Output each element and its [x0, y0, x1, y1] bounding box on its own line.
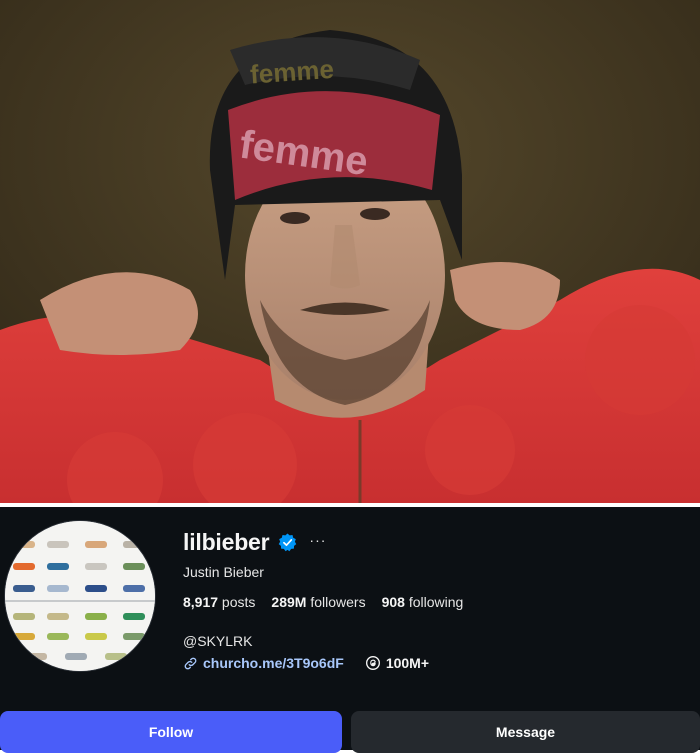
external-link[interactable]: churcho.me/3T9o6dF: [183, 655, 344, 671]
external-link-text: churcho.me/3T9o6dF: [203, 655, 344, 671]
username: lilbieber: [183, 529, 270, 555]
follow-button[interactable]: Follow: [0, 711, 342, 753]
header-photo: femme femme: [0, 0, 700, 503]
profile-links: churcho.me/3T9o6dF 100M+: [183, 655, 429, 671]
full-name: Justin Bieber: [183, 564, 264, 580]
portrait-illustration: femme femme: [0, 0, 700, 503]
followers-label: followers: [306, 594, 366, 610]
following-stat[interactable]: 908 following: [382, 594, 464, 610]
threads-icon: [365, 656, 380, 670]
profile-header: lilbieber ··· Justin Bieber 8,917 posts …: [0, 507, 700, 753]
message-button[interactable]: Message: [351, 711, 700, 753]
followers-count: 289M: [271, 594, 307, 610]
more-options-icon[interactable]: ···: [309, 533, 326, 547]
following-count: 908: [381, 594, 405, 610]
bio-handle[interactable]: @SKYLRK: [183, 633, 252, 649]
threads-badge[interactable]: 100M+: [365, 655, 429, 671]
threads-count: 100M+: [385, 655, 430, 671]
svg-text:femme: femme: [249, 54, 335, 90]
followers-stat[interactable]: 289M followers: [271, 594, 365, 610]
avatar-sneaker-grid-image: [5, 521, 155, 671]
following-label: following: [404, 594, 464, 610]
profile-stats: 8,917 posts 289M followers 908 following: [183, 594, 479, 610]
avatar[interactable]: [4, 520, 156, 672]
username-row: lilbieber ···: [183, 529, 326, 556]
posts-count: 8,917: [183, 594, 219, 610]
link-icon: [184, 657, 197, 669]
posts-stat: 8,917 posts: [183, 594, 255, 610]
posts-label: posts: [218, 594, 256, 610]
verified-badge-icon: [279, 533, 297, 552]
